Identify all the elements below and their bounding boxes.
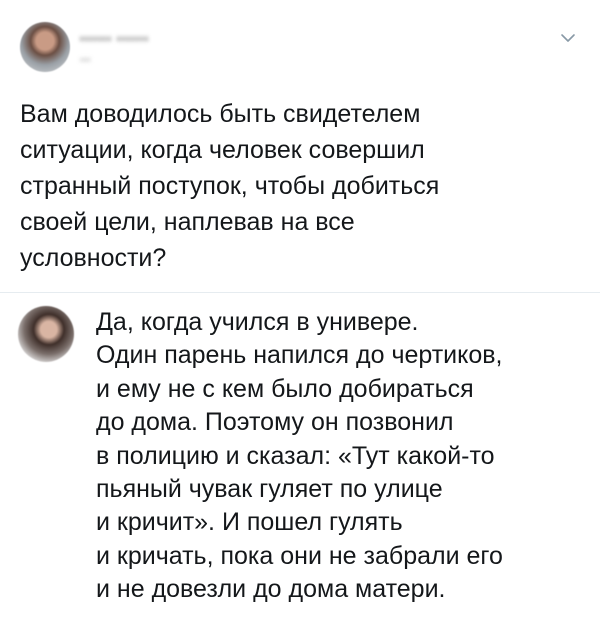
reply-text-line: пьяный чувак гуляет по улице xyxy=(96,475,443,504)
tweet-text-line: Вам доводилось быть свидетелем xyxy=(20,100,421,128)
reply-text-line: и кричит». И пошел гулять xyxy=(96,508,403,537)
tweet-body: Вам доводилось быть свидетелем ситуации,… xyxy=(20,96,580,276)
tweet-text-line: странный поступок, чтобы добиться xyxy=(20,172,440,200)
tweet-header: ʻʻʻʻʻʻʻ ʻʻʻʻʻʻʻ ʻʻʻʻ xyxy=(20,16,580,76)
reply-text-line: и ему не с кем было добираться xyxy=(96,374,474,403)
chevron-down-icon[interactable] xyxy=(560,30,576,46)
reply-text-line: в полицию и сказал: «Тут какой-то xyxy=(96,441,495,470)
reply-text-line: и кричать, пока они не забрали его xyxy=(96,541,503,570)
tweet-text-line: ситуации, когда человек совершил xyxy=(20,136,425,164)
reply-text-line: Один парень напился до чертиков, xyxy=(96,341,503,370)
reply-text-line: Да, когда учился в универе. xyxy=(96,308,419,336)
reply-avatar[interactable] xyxy=(18,306,74,362)
reply-body: Да, когда учился в универе. Один парень … xyxy=(96,306,586,607)
author-avatar[interactable] xyxy=(20,22,70,72)
divider xyxy=(0,292,600,293)
reply-text-line: до дома. Поэтому он позвонил xyxy=(96,408,454,437)
author-name[interactable]: ʻʻʻʻʻʻʻ ʻʻʻʻʻʻʻ xyxy=(80,34,149,49)
tweet-text-line: своей цели, наплевав на все xyxy=(20,208,355,236)
tweet-text-line: условности? xyxy=(20,244,167,272)
reply-text-line: и не довезли до дома матери. xyxy=(96,575,446,604)
author-handle[interactable]: ʻʻʻʻ xyxy=(80,56,91,70)
